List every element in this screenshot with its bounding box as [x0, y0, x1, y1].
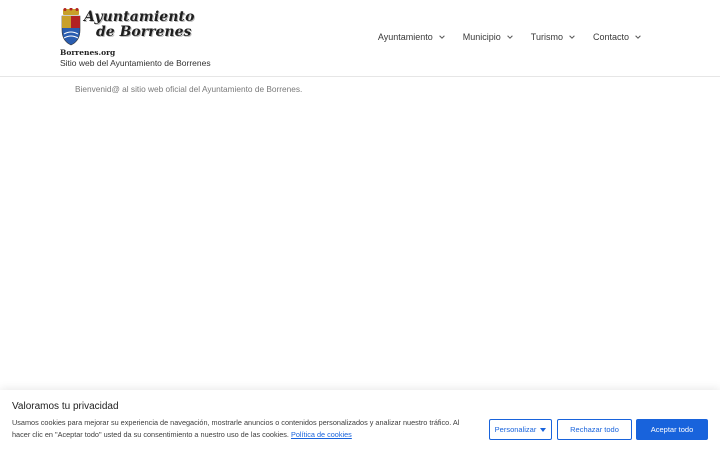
cookie-banner-description: Usamos cookies para mejorar su experienc…: [12, 418, 460, 439]
cookie-policy-link[interactable]: Política de cookies: [291, 430, 352, 439]
cookie-banner-title: Valoramos tu privacidad: [12, 401, 119, 412]
nav-item-label: Ayuntamiento: [377, 32, 433, 42]
chevron-down-icon: [438, 35, 445, 39]
site-header: Ayuntamiento de Borrenes Borrenes.org Si…: [0, 0, 720, 77]
coat-of-arms-icon: [61, 8, 81, 46]
logo-domain: Borrenes.org: [60, 48, 116, 57]
cookie-banner-text: Usamos cookies para mejorar su experienc…: [12, 417, 472, 441]
chevron-down-icon: [569, 35, 575, 39]
customize-button[interactable]: Personalizar: [489, 419, 552, 440]
main-nav: Ayuntamiento Municipio Turismo Contacto: [378, 32, 642, 42]
nav-item-contacto[interactable]: Contacto: [593, 32, 642, 42]
chevron-down-icon: [635, 35, 641, 39]
nav-item-label: Contacto: [592, 32, 629, 42]
nav-item-label: Turismo: [530, 32, 563, 42]
chevron-down-icon: [507, 35, 513, 39]
site-tagline: Sitio web del Ayuntamiento de Borrenes: [60, 58, 211, 68]
caret-down-icon: [540, 427, 547, 432]
cookie-consent-banner: Valoramos tu privacidad Usamos cookies p…: [0, 390, 720, 450]
customize-button-label: Personalizar: [494, 425, 537, 434]
welcome-text: Bienvenid@ al sitio web oficial del Ayun…: [75, 84, 303, 94]
site-logo[interactable]: Ayuntamiento de Borrenes Borrenes.org: [60, 8, 194, 58]
logo-wordmark: Ayuntamiento de Borrenes: [84, 10, 195, 40]
accept-all-button[interactable]: Aceptar todo: [636, 419, 708, 440]
nav-item-turismo[interactable]: Turismo: [531, 32, 576, 42]
nav-item-label: Municipio: [462, 32, 501, 42]
branding: Ayuntamiento de Borrenes Borrenes.org: [60, 8, 194, 58]
nav-item-ayuntamiento[interactable]: Ayuntamiento: [378, 32, 446, 42]
logo-line-1: Ayuntamiento: [84, 9, 195, 25]
reject-all-button[interactable]: Rechazar todo: [557, 419, 632, 440]
nav-item-municipio[interactable]: Municipio: [463, 32, 514, 42]
logo-line-2: de Borrenes: [96, 24, 192, 40]
